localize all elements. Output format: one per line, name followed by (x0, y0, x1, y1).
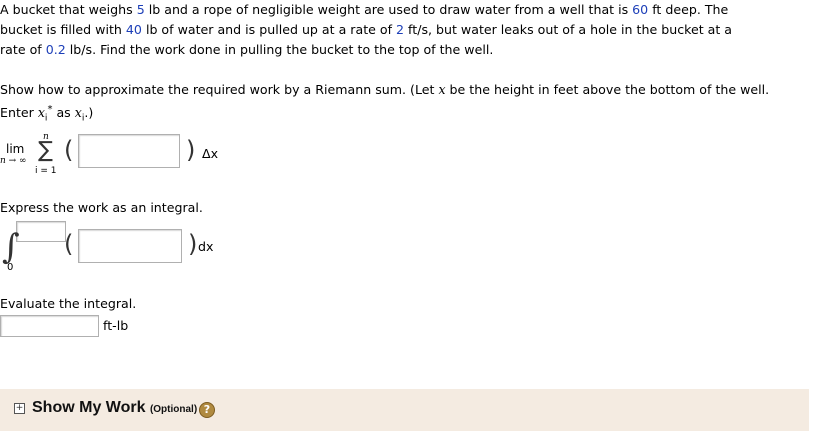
problem-text: ft deep. The (648, 2, 729, 17)
problem-line-1: A bucket that weighs 5 lb and a rope of … (0, 0, 812, 20)
water-weight-value: 40 (125, 22, 142, 37)
subscript-i: i (44, 113, 48, 124)
problem-text: bucket is filled with (0, 22, 126, 37)
instruction-line-2: Enter xi* as xi.) (0, 100, 812, 129)
problem-text: lb and a rope of negligible weight are u… (144, 2, 633, 17)
help-icon[interactable]: ? (199, 402, 215, 418)
leak-rate-value: 0.2 (45, 42, 66, 57)
open-paren: ( (64, 136, 74, 164)
instruction-text: .) (84, 105, 94, 121)
integrand-input[interactable] (78, 229, 182, 263)
close-paren: ) (188, 230, 198, 258)
open-paren: ( (64, 230, 74, 258)
instruction-text: be the height in feet above the bottom o… (445, 82, 770, 97)
instruction-text: as (52, 105, 75, 121)
pull-rate-value: 2 (396, 22, 405, 37)
variable-x: x (37, 105, 45, 121)
riemann-sum-input[interactable] (78, 134, 180, 168)
limit-label: lim (6, 142, 25, 156)
problem-text: A bucket that weighs (0, 2, 137, 17)
well-depth-value: 60 (632, 2, 649, 17)
problem-text: lb of water and is pulled up at a rate o… (141, 22, 397, 37)
show-my-work-bar: + Show My Work (Optional) ? (0, 389, 809, 431)
work-answer-input[interactable] (0, 315, 99, 337)
show-my-work-label: Show My Work (32, 399, 146, 416)
problem-text: ft/s, but water leaks out of a hole in t… (404, 22, 733, 37)
optional-label: (Optional) (149, 404, 198, 415)
instruction-line-1: Show how to approximate the required wor… (0, 80, 812, 100)
sum-lower-bound: i = 1 (35, 166, 57, 176)
lower-limit-label: 0 (7, 262, 14, 273)
limit-subscript: n → ∞ (0, 156, 27, 166)
instruction-text: Enter (0, 105, 38, 121)
show-my-work-link[interactable]: Show My Work (Optional) (32, 399, 197, 417)
dx-label: dx (198, 239, 214, 254)
upper-limit-input[interactable] (16, 221, 66, 242)
integral-section-label: Express the work as an integral. (0, 200, 203, 215)
variable-x: x (74, 105, 82, 121)
bucket-weight-value: 5 (136, 2, 145, 17)
problem-line-2: bucket is filled with 40 lb of water and… (0, 20, 812, 40)
sigma-symbol: ∑ (38, 138, 53, 163)
evaluate-section-label: Evaluate the integral. (0, 296, 137, 311)
expand-plus-icon[interactable]: + (14, 403, 25, 414)
variable-x: x (438, 82, 446, 97)
delta-x-label: Δx (202, 146, 219, 161)
problem-line-3: rate of 0.2 lb/s. Find the work done in … (0, 40, 812, 60)
problem-text: lb/s. Find the work done in pulling the … (65, 42, 494, 57)
problem-text: rate of (0, 42, 46, 57)
instruction-text: Show how to approximate the required wor… (0, 82, 439, 97)
unit-label: ft-lb (103, 318, 129, 333)
close-paren: ) (186, 136, 196, 164)
